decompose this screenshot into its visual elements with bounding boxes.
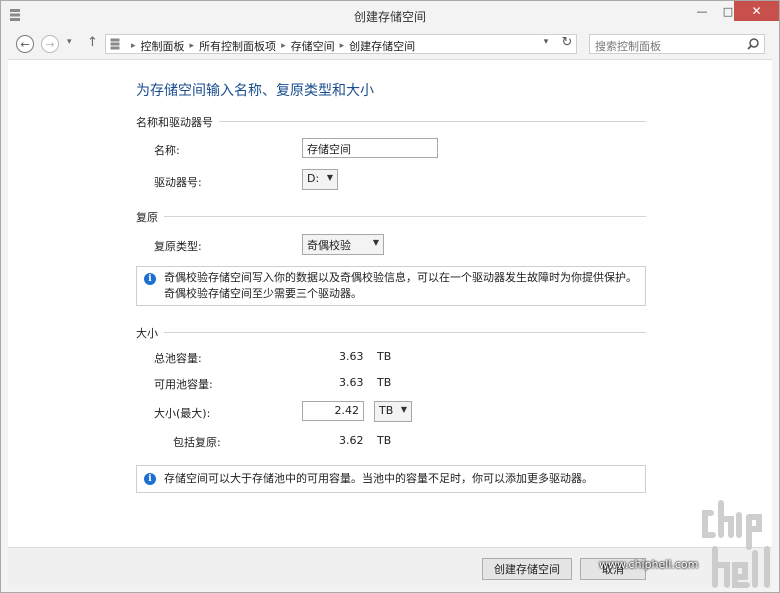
including-resiliency-unit: TB — [377, 434, 392, 447]
address-bar[interactable]: ▸ 控制面板 ▸ 所有控制面板项 ▸ 存储空间 ▸ 创建存储空间 ▾ ↻ — [105, 34, 577, 54]
drive-letter-select[interactable]: D: ▼ — [302, 169, 338, 190]
breadcrumb: ▸ 控制面板 ▸ 所有控制面板项 ▸ 存储空间 ▸ 创建存储空间 — [126, 38, 415, 54]
create-storage-space-button[interactable]: 创建存储空间 — [482, 558, 572, 580]
chevron-down-icon: ▼ — [372, 238, 379, 247]
section-divider — [136, 332, 646, 333]
total-capacity-value: 3.63 — [339, 350, 364, 363]
chevron-right-icon: ▸ — [131, 41, 136, 51]
info-icon: i — [144, 473, 156, 485]
section-label: 复原 — [136, 209, 164, 225]
name-label: 名称: — [154, 144, 180, 157]
storage-spaces-icon — [110, 38, 120, 50]
resiliency-info-box: i 奇偶校验存储空间写入你的数据以及奇偶校验信息，可以在一个驱动器发生故障时为你… — [136, 266, 646, 306]
back-button[interactable]: ← — [16, 35, 34, 53]
including-resiliency-label: 包括复原: — [173, 436, 221, 449]
refresh-button[interactable]: ↻ — [558, 35, 576, 50]
size-info-box: i 存储空间可以大于存储池中的可用容量。当池中的容量不足时，你可以添加更多驱动器… — [136, 465, 646, 493]
close-button[interactable]: ✕ — [734, 1, 779, 21]
available-capacity-value: 3.63 — [339, 376, 364, 389]
minimize-button[interactable]: — — [689, 1, 715, 21]
total-capacity-unit: TB — [377, 350, 392, 363]
drive-letter-label: 驱动器号: — [154, 176, 202, 189]
chevron-down-icon: ▼ — [400, 405, 407, 414]
section-label: 大小 — [136, 325, 164, 341]
resiliency-type-label: 复原类型: — [154, 240, 202, 253]
available-capacity-unit: TB — [377, 376, 392, 389]
resiliency-info-text: 奇偶校验存储空间写入你的数据以及奇偶校验信息，可以在一个驱动器发生故障时为你提供… — [164, 271, 637, 300]
navigation-bar: ← → ▾ ↑ ▸ 控制面板 ▸ 所有控制面板项 ▸ 存储空间 ▸ 创建存储空间… — [1, 31, 779, 59]
size-unit-select[interactable]: TB ▼ — [374, 401, 412, 422]
drive-letter-value: D: — [307, 172, 320, 185]
breadcrumb-control-panel[interactable]: 控制面板 — [141, 38, 185, 54]
resiliency-type-value: 奇偶校验 — [307, 239, 351, 252]
content-pane: 为存储空间输入名称、复原类型和大小 名称和驱动器号 名称: 存储空间 驱动器号:… — [8, 59, 772, 547]
size-section-header: 大小 — [136, 325, 646, 341]
recent-locations-button[interactable]: ▾ — [67, 37, 72, 47]
chevron-right-icon[interactable]: ▸ — [340, 41, 345, 51]
address-history-dropdown[interactable]: ▾ — [539, 37, 553, 47]
breadcrumb-all-items[interactable]: 所有控制面板项 — [199, 38, 276, 54]
total-capacity-label: 总池容量: — [154, 352, 202, 365]
search-placeholder: 搜索控制面板 — [595, 40, 661, 53]
breadcrumb-storage-spaces[interactable]: 存储空间 — [291, 38, 335, 54]
resiliency-type-select[interactable]: 奇偶校验 ▼ — [302, 234, 384, 255]
section-label: 名称和驱动器号 — [136, 114, 219, 130]
size-info-text: 存储空间可以大于存储池中的可用容量。当池中的容量不足时，你可以添加更多驱动器。 — [164, 472, 593, 485]
name-field[interactable]: 存储空间 — [302, 138, 438, 158]
chevron-down-icon: ▼ — [326, 173, 333, 182]
info-icon: i — [144, 273, 156, 285]
window-title: 创建存储空间 — [353, 10, 426, 24]
search-icon[interactable] — [746, 37, 760, 51]
watermark-text: www.chiphell.com — [599, 558, 699, 571]
max-size-label: 大小(最大): — [154, 407, 211, 420]
search-input[interactable]: 搜索控制面板 — [589, 34, 765, 54]
title-bar: 创建存储空间 — □ ✕ — [1, 1, 779, 31]
section-divider — [136, 216, 646, 217]
name-drive-section-header: 名称和驱动器号 — [136, 114, 646, 130]
create-storage-space-window: 创建存储空间 — □ ✕ ← → ▾ ↑ ▸ 控制面板 ▸ 所有控制面板项 ▸ … — [0, 0, 780, 593]
chevron-right-icon[interactable]: ▸ — [190, 41, 195, 51]
chevron-right-icon[interactable]: ▸ — [281, 41, 286, 51]
breadcrumb-create-storage-space[interactable]: 创建存储空间 — [349, 38, 415, 54]
chiphell-logo — [702, 500, 770, 588]
resiliency-section-header: 复原 — [136, 209, 646, 225]
forward-button[interactable]: → — [41, 35, 59, 53]
max-size-field[interactable]: 2.42 — [302, 401, 364, 421]
including-resiliency-value: 3.62 — [339, 434, 364, 447]
available-capacity-label: 可用池容量: — [154, 378, 213, 391]
size-unit-value: TB — [379, 404, 394, 417]
up-button[interactable]: ↑ — [87, 35, 98, 50]
page-title: 为存储空间输入名称、复原类型和大小 — [136, 83, 374, 99]
